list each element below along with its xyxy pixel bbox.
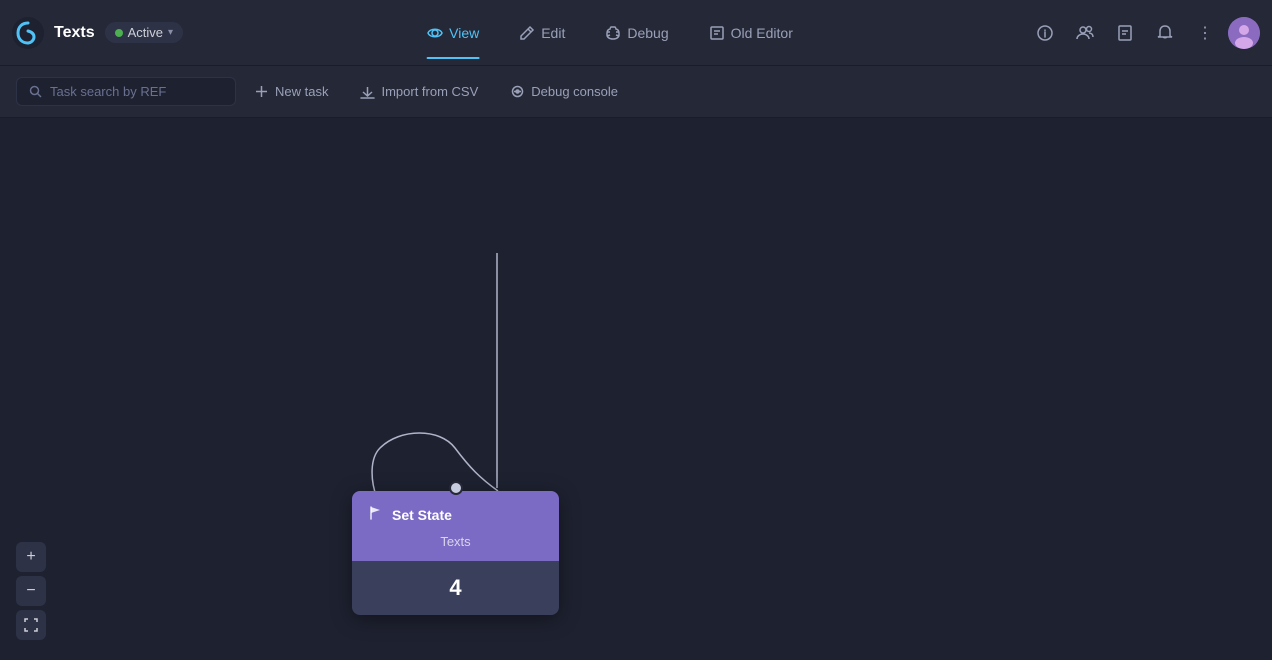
- bell-button[interactable]: [1148, 16, 1182, 50]
- new-task-button[interactable]: New task: [240, 78, 342, 105]
- info-button[interactable]: [1028, 16, 1062, 50]
- flag-icon: [368, 505, 384, 524]
- logo-area: Texts Active ▾: [12, 17, 192, 49]
- view-label: View: [449, 25, 479, 41]
- more-button[interactable]: ⋮: [1188, 16, 1222, 50]
- import-csv-button[interactable]: Import from CSV: [346, 78, 492, 105]
- zoom-in-button[interactable]: +: [16, 542, 46, 572]
- zoom-controls: + −: [16, 542, 46, 640]
- search-box[interactable]: Task search by REF: [16, 77, 236, 106]
- nav-old-editor-button[interactable]: Old Editor: [691, 17, 811, 49]
- fit-icon: [24, 618, 38, 632]
- avatar[interactable]: [1228, 17, 1260, 49]
- nav-debug-button[interactable]: Debug: [587, 17, 686, 49]
- canvas-svg: [0, 118, 1272, 660]
- node-header: Set State: [352, 491, 559, 534]
- nav-right: ⋮: [1028, 16, 1260, 50]
- notes-button[interactable]: [1108, 16, 1142, 50]
- toolbar: Task search by REF New task Import from …: [0, 66, 1272, 118]
- nav-view-button[interactable]: View: [409, 17, 497, 49]
- node-type-label: Set State: [392, 507, 452, 523]
- top-nav: Texts Active ▾ View Edit: [0, 0, 1272, 66]
- node-count: 4: [352, 561, 559, 615]
- debug-console-label: Debug console: [531, 84, 618, 99]
- plus-icon: [254, 84, 269, 99]
- nav-edit-button[interactable]: Edit: [501, 17, 583, 49]
- debug-console-button[interactable]: Debug console: [496, 78, 632, 105]
- node-wrapper[interactable]: Set State Texts 4: [352, 491, 559, 615]
- old-editor-label: Old Editor: [731, 25, 793, 41]
- new-task-label: New task: [275, 84, 328, 99]
- fit-view-button[interactable]: [16, 610, 46, 640]
- import-icon: [360, 84, 375, 99]
- debug-label: Debug: [627, 25, 668, 41]
- chevron-down-icon: ▾: [168, 27, 173, 38]
- nav-center: View Edit Debug Old Editor: [192, 17, 1028, 49]
- edit-label: Edit: [541, 25, 565, 41]
- logo-icon: [12, 17, 44, 49]
- node-name-label: Texts: [352, 534, 559, 561]
- canvas[interactable]: Set State Texts 4 + −: [0, 118, 1272, 660]
- node-card[interactable]: Set State Texts 4: [352, 491, 559, 615]
- status-label: Active: [128, 25, 163, 40]
- search-icon: [29, 85, 42, 98]
- users-button[interactable]: [1068, 16, 1102, 50]
- import-label: Import from CSV: [381, 84, 478, 99]
- app-title: Texts: [54, 24, 95, 42]
- zoom-out-button[interactable]: −: [16, 576, 46, 606]
- debug-console-icon: [510, 84, 525, 99]
- status-dot: [115, 29, 123, 37]
- status-badge[interactable]: Active ▾: [105, 22, 183, 43]
- search-placeholder: Task search by REF: [50, 84, 166, 99]
- connection-dot: [449, 481, 463, 495]
